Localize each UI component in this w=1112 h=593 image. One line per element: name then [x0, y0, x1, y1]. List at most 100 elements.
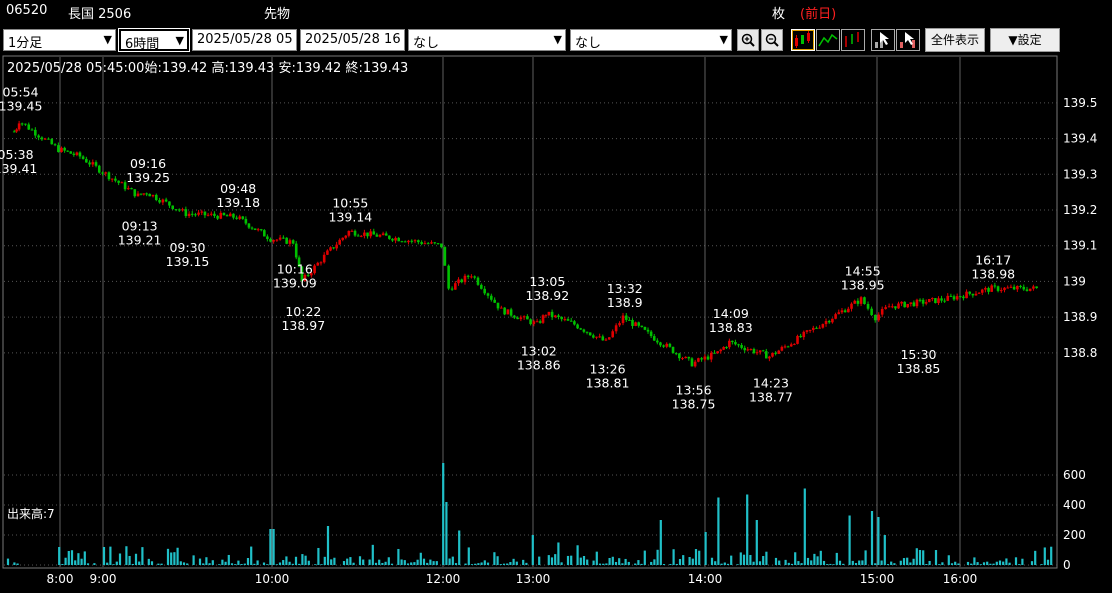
volume-bar [797, 561, 800, 565]
volume-bar [1008, 562, 1011, 565]
annotation-price: 139.45 [0, 99, 42, 114]
line-chart-button[interactable] [816, 29, 840, 51]
volume-bar [678, 558, 682, 565]
chevron-down-icon: ▼ [103, 33, 112, 46]
candle [1035, 286, 1038, 289]
bar-chart-button[interactable] [841, 29, 865, 51]
candle [197, 212, 200, 215]
date-to-input[interactable]: 2025/05/28 16 [300, 29, 405, 51]
candle [503, 307, 506, 315]
candle [347, 230, 351, 236]
candle [924, 302, 928, 304]
volume-bar [275, 564, 278, 565]
candle [796, 335, 799, 344]
candle [877, 314, 881, 321]
candle [470, 276, 473, 278]
candle [952, 296, 956, 300]
volume-bar [442, 463, 445, 565]
cursor-icon [875, 32, 889, 48]
indicator2-value: なし [575, 36, 602, 51]
candle [918, 299, 922, 301]
zoom-in-button[interactable] [737, 29, 759, 51]
candle [493, 299, 496, 303]
volume-bar [102, 547, 106, 565]
volume-bar [464, 563, 467, 565]
settings-button[interactable]: ▼設定 [990, 28, 1060, 52]
volume-bar [954, 561, 957, 565]
volume-bar [138, 561, 141, 565]
candle [827, 321, 831, 323]
interval-select[interactable]: 1分足 ▼ [3, 29, 116, 51]
volume-bar [986, 561, 989, 565]
annotation-time: 13:32 [607, 281, 643, 296]
volume-bar [381, 562, 384, 565]
volume-bar [822, 560, 826, 565]
zoom-in-icon [741, 33, 755, 47]
volume-bar [320, 564, 323, 565]
volume-bar [234, 564, 237, 565]
candlestick-chart-button[interactable] [791, 29, 815, 51]
time-tick-label: 14:00 [688, 572, 723, 586]
candle [662, 345, 665, 347]
volume-bar [560, 562, 563, 565]
zoom-out-button[interactable] [761, 29, 783, 51]
volume-bar [861, 560, 864, 565]
show-all-button[interactable]: 全件表示 [925, 28, 985, 52]
volume-bar [842, 563, 845, 565]
candle [413, 240, 417, 242]
volume-bar [467, 547, 470, 565]
cursor-tool-button[interactable] [871, 29, 895, 51]
indicator1-select[interactable]: なし ▼ [408, 29, 566, 51]
span-select[interactable]: 6時間 ▼ [118, 28, 190, 52]
volume-bar [992, 563, 995, 565]
candle [200, 211, 204, 213]
candle [120, 182, 124, 184]
volume-bar [893, 563, 896, 565]
volume-bar [826, 564, 829, 565]
candle [47, 138, 50, 140]
candle [151, 194, 155, 197]
price-tick-label: 138.9 [1063, 310, 1097, 324]
volume-bar [915, 548, 918, 565]
candle [209, 213, 213, 215]
volume-bar [800, 563, 803, 565]
volume-bar [906, 557, 909, 565]
candle [72, 153, 76, 155]
volume-bar [595, 551, 598, 565]
time-tick-label: 9:00 [90, 572, 117, 586]
candle [285, 237, 288, 244]
candle [755, 352, 759, 354]
candle [977, 292, 981, 294]
volume-bar [426, 562, 429, 565]
price-chart[interactable]: 05:38139.4105:54139.4509:16139.2509:1313… [0, 55, 1112, 593]
volume-bar [496, 556, 499, 565]
volume-bar [989, 563, 992, 565]
volume-bar [374, 562, 378, 565]
volume-bar [902, 558, 906, 565]
volume-bar [118, 553, 122, 565]
annotation-price: 138.81 [586, 375, 630, 390]
volume-bar [221, 559, 224, 565]
volume-bar [83, 551, 86, 565]
candle [821, 324, 825, 328]
volume-bar [80, 558, 83, 565]
volume-bar [512, 558, 515, 565]
volume-bar [317, 547, 320, 565]
volume-bar [304, 555, 307, 565]
volume-bar [266, 564, 269, 565]
annotation-time: 13:05 [529, 274, 565, 289]
candle [585, 331, 589, 333]
volume-bar [765, 551, 768, 565]
volume-bar [74, 560, 77, 565]
volume-bar [342, 561, 346, 565]
crosshair-tool-button[interactable] [896, 29, 920, 51]
candle [824, 321, 828, 325]
volume-bar [710, 557, 714, 565]
line-chart-icon [818, 33, 838, 47]
candle [943, 300, 946, 302]
date-from-input[interactable]: 2025/05/28 05 [192, 29, 297, 51]
candle [326, 250, 329, 255]
indicator2-select[interactable]: なし ▼ [570, 29, 732, 51]
volume-bar [416, 559, 419, 565]
volume-bar [128, 555, 131, 565]
